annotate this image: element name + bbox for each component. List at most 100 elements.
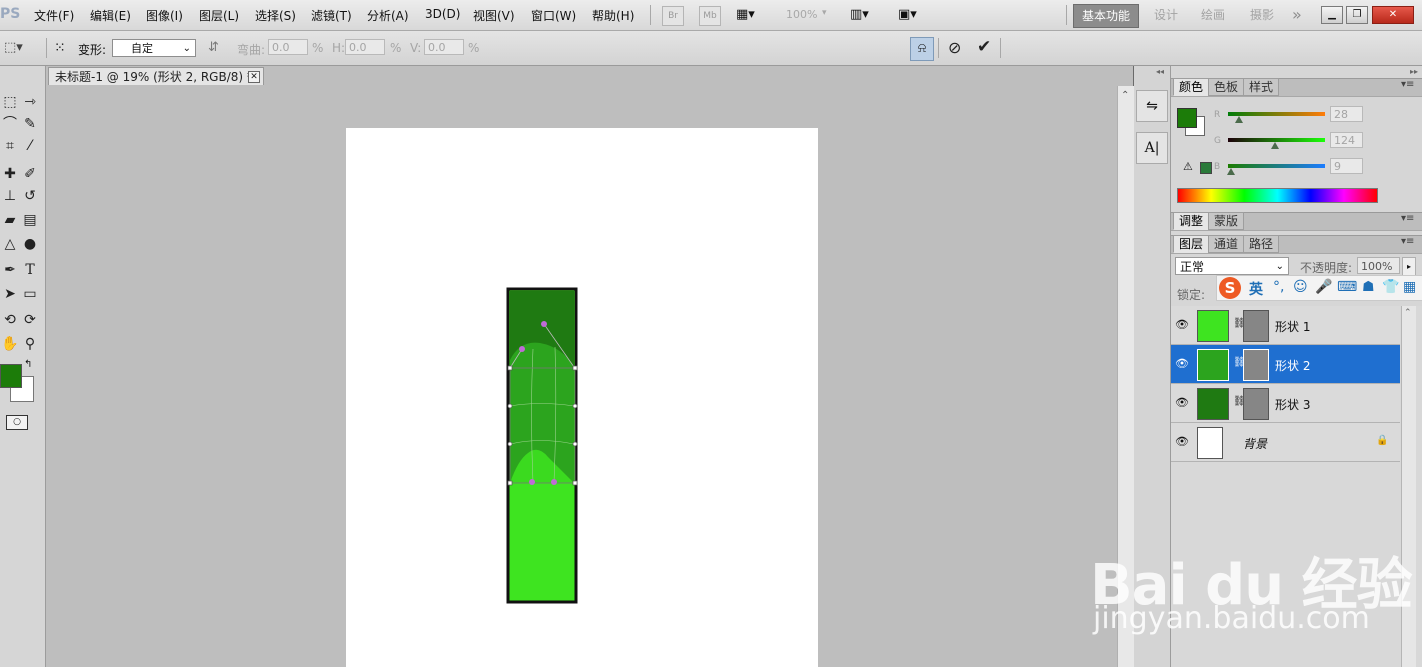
tool-preset-icon[interactable]: ⬚▾ — [4, 40, 23, 55]
opacity-stepper-icon[interactable]: ▸ — [1402, 257, 1416, 276]
3d-orbit-icon[interactable]: ⟳ — [20, 310, 40, 330]
menu-select[interactable]: 选择(S) — [255, 7, 296, 24]
zoom-tool-icon[interactable]: ⚲ — [20, 334, 40, 354]
toolbox-icon[interactable]: ▦ — [1403, 279, 1416, 295]
ime-mode[interactable]: 英 — [1249, 279, 1263, 299]
g-input[interactable]: 124 — [1330, 132, 1363, 148]
warp-orientation-icon[interactable]: ⇵ — [208, 40, 219, 55]
eyedropper-icon[interactable]: ⁄ — [20, 136, 40, 156]
marquee-tool-icon[interactable]: ⬚ — [0, 92, 20, 112]
panel-menu-icon[interactable]: ▾≡ — [1401, 79, 1414, 90]
gamut-swatch[interactable] — [1200, 162, 1212, 174]
history-brush-icon[interactable]: ↺ — [20, 186, 40, 206]
workspace-painting[interactable]: 绘画 — [1201, 4, 1225, 26]
tab-paths[interactable]: 路径 — [1243, 235, 1280, 253]
close-document-icon[interactable]: ✕ — [248, 71, 260, 83]
path-selection-icon[interactable]: ➤ — [0, 284, 20, 304]
arrange-documents-icon[interactable]: ▥▾ — [850, 7, 884, 23]
v-distortion-input[interactable]: 0.0 — [424, 39, 464, 55]
b-slider[interactable] — [1228, 164, 1325, 168]
menu-image[interactable]: 图像(I) — [146, 7, 183, 24]
blend-mode-select[interactable]: 正常 ⌄ — [1175, 257, 1289, 275]
clone-stamp-icon[interactable]: ⊥ — [0, 186, 20, 206]
layer-row-shape-2[interactable]: 👁 ⛓ 形状 2 — [1171, 345, 1400, 384]
menu-3d[interactable]: 3D(D) — [425, 7, 460, 21]
bridge-button[interactable]: Br — [662, 6, 684, 26]
bend-input[interactable]: 0.0 — [268, 39, 308, 55]
r-slider-thumb[interactable] — [1234, 116, 1243, 123]
menu-view[interactable]: 视图(V) — [473, 7, 515, 24]
microphone-icon[interactable]: 🎤 — [1315, 279, 1332, 295]
zoom-level[interactable]: 100% — [786, 8, 817, 21]
menu-filter[interactable]: 滤镜(T) — [311, 7, 352, 24]
document-tab[interactable]: 未标题-1 @ 19% (形状 2, RGB/8) * ✕ — [48, 67, 264, 85]
menu-edit[interactable]: 编辑(E) — [90, 7, 131, 24]
punctuation-icon[interactable]: °, — [1273, 279, 1284, 295]
move-tool-icon[interactable]: ⇾ — [20, 92, 40, 112]
dodge-tool-icon[interactable]: ● — [20, 234, 40, 254]
3d-rotate-icon[interactable]: ⟲ — [0, 310, 20, 330]
g-slider-thumb[interactable] — [1271, 142, 1280, 149]
layer-row-shape-3[interactable]: 👁 ⛓ 形状 3 — [1171, 384, 1400, 423]
tab-styles[interactable]: 样式 — [1243, 78, 1280, 96]
h-distortion-input[interactable]: 0.0 — [345, 39, 385, 55]
panel-menu-icon[interactable]: ▾≡ — [1401, 213, 1414, 224]
user-icon[interactable]: ☗ — [1362, 279, 1375, 295]
tab-color[interactable]: 颜色 — [1173, 78, 1210, 96]
pen-tool-icon[interactable]: ✒ — [0, 260, 20, 280]
shape-artwork[interactable] — [500, 285, 590, 610]
lasso-tool-icon[interactable]: ⌒ — [0, 114, 20, 134]
type-tool-icon[interactable]: T — [20, 260, 40, 280]
emoji-icon[interactable]: ☺ — [1293, 279, 1308, 295]
hand-tool-icon[interactable]: ✋ — [0, 334, 20, 354]
tab-masks[interactable]: 蒙版 — [1208, 212, 1245, 230]
character-panel-icon[interactable]: A| — [1136, 132, 1168, 164]
tab-channels[interactable]: 通道 — [1208, 235, 1245, 253]
workspace-essentials[interactable]: 基本功能 — [1073, 4, 1139, 28]
keyboard-icon[interactable]: ⌨ — [1337, 279, 1357, 295]
more-workspaces-icon[interactable]: » — [1292, 4, 1302, 26]
minimize-icon[interactable]: ▁ — [1321, 6, 1343, 24]
cancel-transform-icon[interactable]: ⊘ — [948, 38, 961, 57]
layer-row-background[interactable]: 👁 背景 🔒 — [1171, 423, 1400, 462]
color-spectrum-bar[interactable] — [1177, 188, 1378, 203]
menu-file[interactable]: 文件(F) — [34, 7, 74, 24]
sogou-logo-icon[interactable]: S — [1219, 277, 1241, 299]
commit-transform-icon[interactable]: ✔ — [977, 37, 991, 57]
foreground-color-swatch-front[interactable] — [0, 364, 22, 388]
skin-icon[interactable]: 👕 — [1382, 279, 1399, 295]
scroll-up-icon[interactable]: ⌃ — [1404, 308, 1412, 318]
history-panel-icon[interactable]: ⇋ — [1136, 90, 1168, 122]
zoom-dropdown-icon[interactable]: ▾ — [822, 8, 827, 18]
tab-layers[interactable]: 图层 — [1173, 235, 1210, 253]
blur-tool-icon[interactable]: △ — [0, 234, 20, 254]
close-icon[interactable]: ✕ — [1372, 6, 1414, 24]
crop-tool-icon[interactable]: ⌗ — [0, 136, 20, 156]
menu-window[interactable]: 窗口(W) — [531, 7, 576, 24]
mini-bridge-button[interactable]: Mb — [699, 6, 721, 26]
restore-icon[interactable]: ❐ — [1346, 6, 1368, 24]
gradient-tool-icon[interactable]: ▤ — [20, 210, 40, 230]
tab-adjustments[interactable]: 调整 — [1173, 212, 1210, 230]
b-slider-thumb[interactable] — [1227, 168, 1236, 175]
visibility-eye-icon[interactable]: 👁 — [1175, 396, 1189, 410]
scroll-up-icon[interactable]: ⌃ — [1121, 90, 1129, 101]
puppet-warp-icon[interactable]: ⍾ — [910, 37, 934, 61]
out-of-gamut-icon[interactable]: ⚠ — [1183, 160, 1193, 173]
workspace-photography[interactable]: 摄影 — [1250, 4, 1274, 26]
tab-swatches[interactable]: 色板 — [1208, 78, 1245, 96]
r-input[interactable]: 28 — [1330, 106, 1363, 122]
warp-style-select[interactable]: 自定 ⌄ — [112, 39, 196, 57]
quick-selection-icon[interactable]: ✎ — [20, 114, 40, 134]
eraser-tool-icon[interactable]: ▰ — [0, 210, 20, 230]
visibility-eye-icon[interactable]: 👁 — [1175, 357, 1189, 371]
quick-mask-icon[interactable]: ○ — [6, 415, 28, 430]
swap-colors-icon[interactable]: ↰ — [24, 359, 32, 370]
color-fg-swatch[interactable] — [1177, 108, 1197, 128]
panel-menu-icon[interactable]: ▾≡ — [1401, 236, 1414, 247]
opacity-input[interactable]: 100% — [1357, 257, 1400, 274]
b-input[interactable]: 9 — [1330, 158, 1363, 174]
layer-row-shape-1[interactable]: 👁 ⛓ 形状 1 — [1171, 306, 1400, 345]
menu-layer[interactable]: 图层(L) — [199, 7, 239, 24]
workspace-design[interactable]: 设计 — [1154, 4, 1178, 26]
